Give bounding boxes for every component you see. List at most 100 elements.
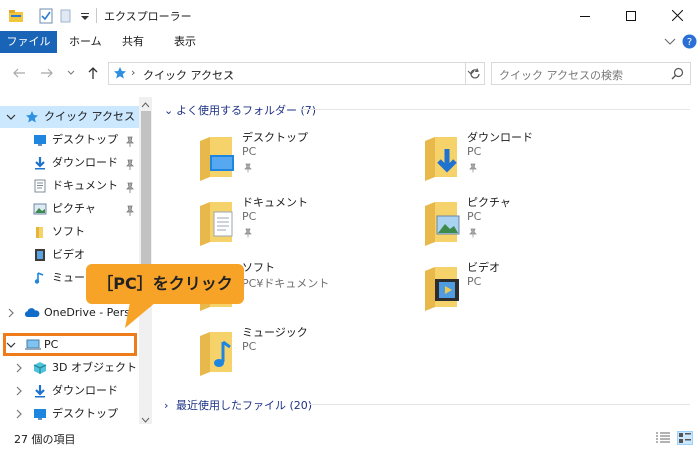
sidebar-item-soft[interactable]: ソフト [0, 221, 139, 243]
folder-tile-desktop[interactable]: デスクトップ PC [160, 129, 380, 189]
search-icon[interactable] [671, 67, 684, 83]
folder-location: PC [467, 145, 482, 158]
chevron-right-icon[interactable] [14, 357, 24, 379]
group-divider [310, 404, 690, 405]
pc-highlight-box [3, 333, 137, 356]
sidebar-item-documents[interactable]: ドキュメント [0, 175, 139, 197]
refresh-button[interactable] [465, 62, 485, 85]
pin-icon [125, 134, 135, 147]
breadcrumb-chevron-icon[interactable]: › [229, 66, 233, 79]
sidebar-item-label: ソフト [52, 225, 85, 238]
address-field[interactable]: › クイック アクセス › [108, 62, 485, 85]
maximize-button[interactable] [608, 0, 654, 31]
pin-icon [244, 163, 252, 173]
document-icon [33, 179, 47, 193]
breadcrumb-path[interactable]: クイック アクセス [143, 67, 234, 83]
new-folder-icon[interactable] [58, 8, 74, 24]
download-icon [33, 156, 47, 170]
sidebar-item-label: クイック アクセス [44, 110, 135, 123]
tab-file[interactable]: ファイル [0, 31, 57, 53]
star-icon [113, 66, 127, 83]
status-bar: 27 個の項目 [0, 427, 700, 449]
chevron-right-icon[interactable] [6, 302, 16, 324]
address-bar: › クイック アクセス › クイック アクセスの検索 [0, 55, 700, 91]
chevron-down-icon: ⌄ [164, 104, 174, 117]
sidebar-item-label: ピクチャ [52, 202, 96, 215]
title-separator [96, 8, 97, 23]
folder-name: ドキュメント [242, 196, 308, 209]
folder-tile-videos[interactable]: ビデオ PC [385, 259, 605, 319]
expand-ribbon-icon[interactable] [664, 34, 676, 51]
explorer-app-icon[interactable] [8, 8, 24, 24]
tab-view[interactable]: 表示 [162, 31, 208, 53]
search-placeholder: クイック アクセスの検索 [499, 69, 623, 82]
help-icon[interactable]: ? [682, 34, 697, 52]
sidebar-item-desktop[interactable]: デスクトップ [0, 129, 139, 151]
minimize-button[interactable] [562, 0, 608, 31]
breadcrumb-chevron-icon[interactable]: › [131, 66, 135, 79]
folder-location: PC [467, 275, 482, 288]
documents-folder-icon [196, 200, 236, 248]
folder-location: PC [242, 210, 257, 223]
tab-home[interactable]: ホーム [57, 31, 114, 53]
pin-icon [125, 203, 135, 216]
3d-objects-icon [33, 361, 47, 375]
customize-toolbar-icon[interactable] [77, 8, 93, 24]
sidebar-item-pictures[interactable]: ピクチャ [0, 198, 139, 220]
sidebar-item-label: ダウンロード [52, 156, 118, 169]
tiles-view-icon[interactable] [677, 431, 693, 445]
frequent-folders-label: よく使用するフォルダー (7) [176, 104, 317, 117]
recent-locations-button[interactable] [62, 64, 80, 82]
pin-icon [244, 228, 252, 238]
sidebar-item-pc-desktop[interactable]: デスクトップ [0, 403, 139, 425]
sidebar-item-quick-access[interactable]: クイック アクセス [0, 106, 139, 128]
properties-icon[interactable] [38, 8, 54, 24]
folder-tile-downloads[interactable]: ダウンロード PC [385, 129, 605, 189]
group-divider [300, 109, 690, 110]
sidebar-item-3d-objects[interactable]: 3D オブジェクト [0, 357, 139, 379]
recent-files-label: 最近使用したファイル (20) [176, 399, 313, 412]
sidebar-item-label: ドキュメント [52, 179, 118, 192]
title-bar: エクスプローラー [0, 0, 700, 31]
folder-location: PC [242, 145, 257, 158]
forward-button[interactable] [38, 64, 56, 82]
close-button[interactable] [654, 0, 700, 31]
folder-location: PC [242, 340, 257, 353]
folder-name: ミュージック [242, 326, 308, 339]
window-title: エクスプローラー [104, 10, 192, 23]
folder-location: PC¥ドキュメント [242, 277, 330, 290]
download-icon [33, 384, 47, 398]
downloads-folder-icon [421, 135, 461, 183]
sidebar-item-pc-downloads[interactable]: ダウンロード [0, 380, 139, 402]
svg-text:?: ? [687, 37, 692, 48]
folder-tile-documents[interactable]: ドキュメント PC [160, 194, 380, 254]
sidebar-item-label: ダウンロード [52, 384, 118, 397]
tab-share[interactable]: 共有 [110, 31, 156, 53]
back-button[interactable] [10, 64, 28, 82]
folder-name: デスクトップ [242, 131, 308, 144]
music-folder-icon [196, 330, 236, 378]
frequent-folders-header[interactable]: ⌄ よく使用するフォルダー (7) [164, 102, 316, 118]
pin-icon [125, 157, 135, 170]
sidebar-item-label: ビデオ [52, 248, 85, 261]
pin-icon [469, 228, 477, 238]
chevron-right-icon[interactable] [14, 403, 24, 425]
search-input[interactable]: クイック アクセスの検索 [491, 62, 691, 85]
scroll-down-icon[interactable] [141, 414, 150, 427]
up-button[interactable] [84, 64, 102, 82]
pin-icon [469, 163, 477, 173]
details-view-icon[interactable] [655, 431, 671, 445]
sidebar-item-videos[interactable]: ビデオ [0, 244, 139, 266]
chevron-down-icon[interactable] [6, 106, 16, 128]
sidebar-item-label: 3D オブジェクト [52, 361, 137, 374]
cloud-icon [24, 306, 40, 320]
sidebar-item-downloads[interactable]: ダウンロード [0, 152, 139, 174]
chevron-right-icon[interactable] [14, 380, 24, 402]
pictures-folder-icon [421, 200, 461, 248]
folder-name: ピクチャ [467, 196, 511, 209]
recent-files-header[interactable]: › 最近使用したファイル (20) [164, 397, 312, 413]
folder-tile-music[interactable]: ミュージック PC [160, 324, 380, 384]
folder-name: ソフト [242, 261, 275, 274]
folder-icon [33, 225, 47, 239]
folder-tile-pictures[interactable]: ピクチャ PC [385, 194, 605, 254]
